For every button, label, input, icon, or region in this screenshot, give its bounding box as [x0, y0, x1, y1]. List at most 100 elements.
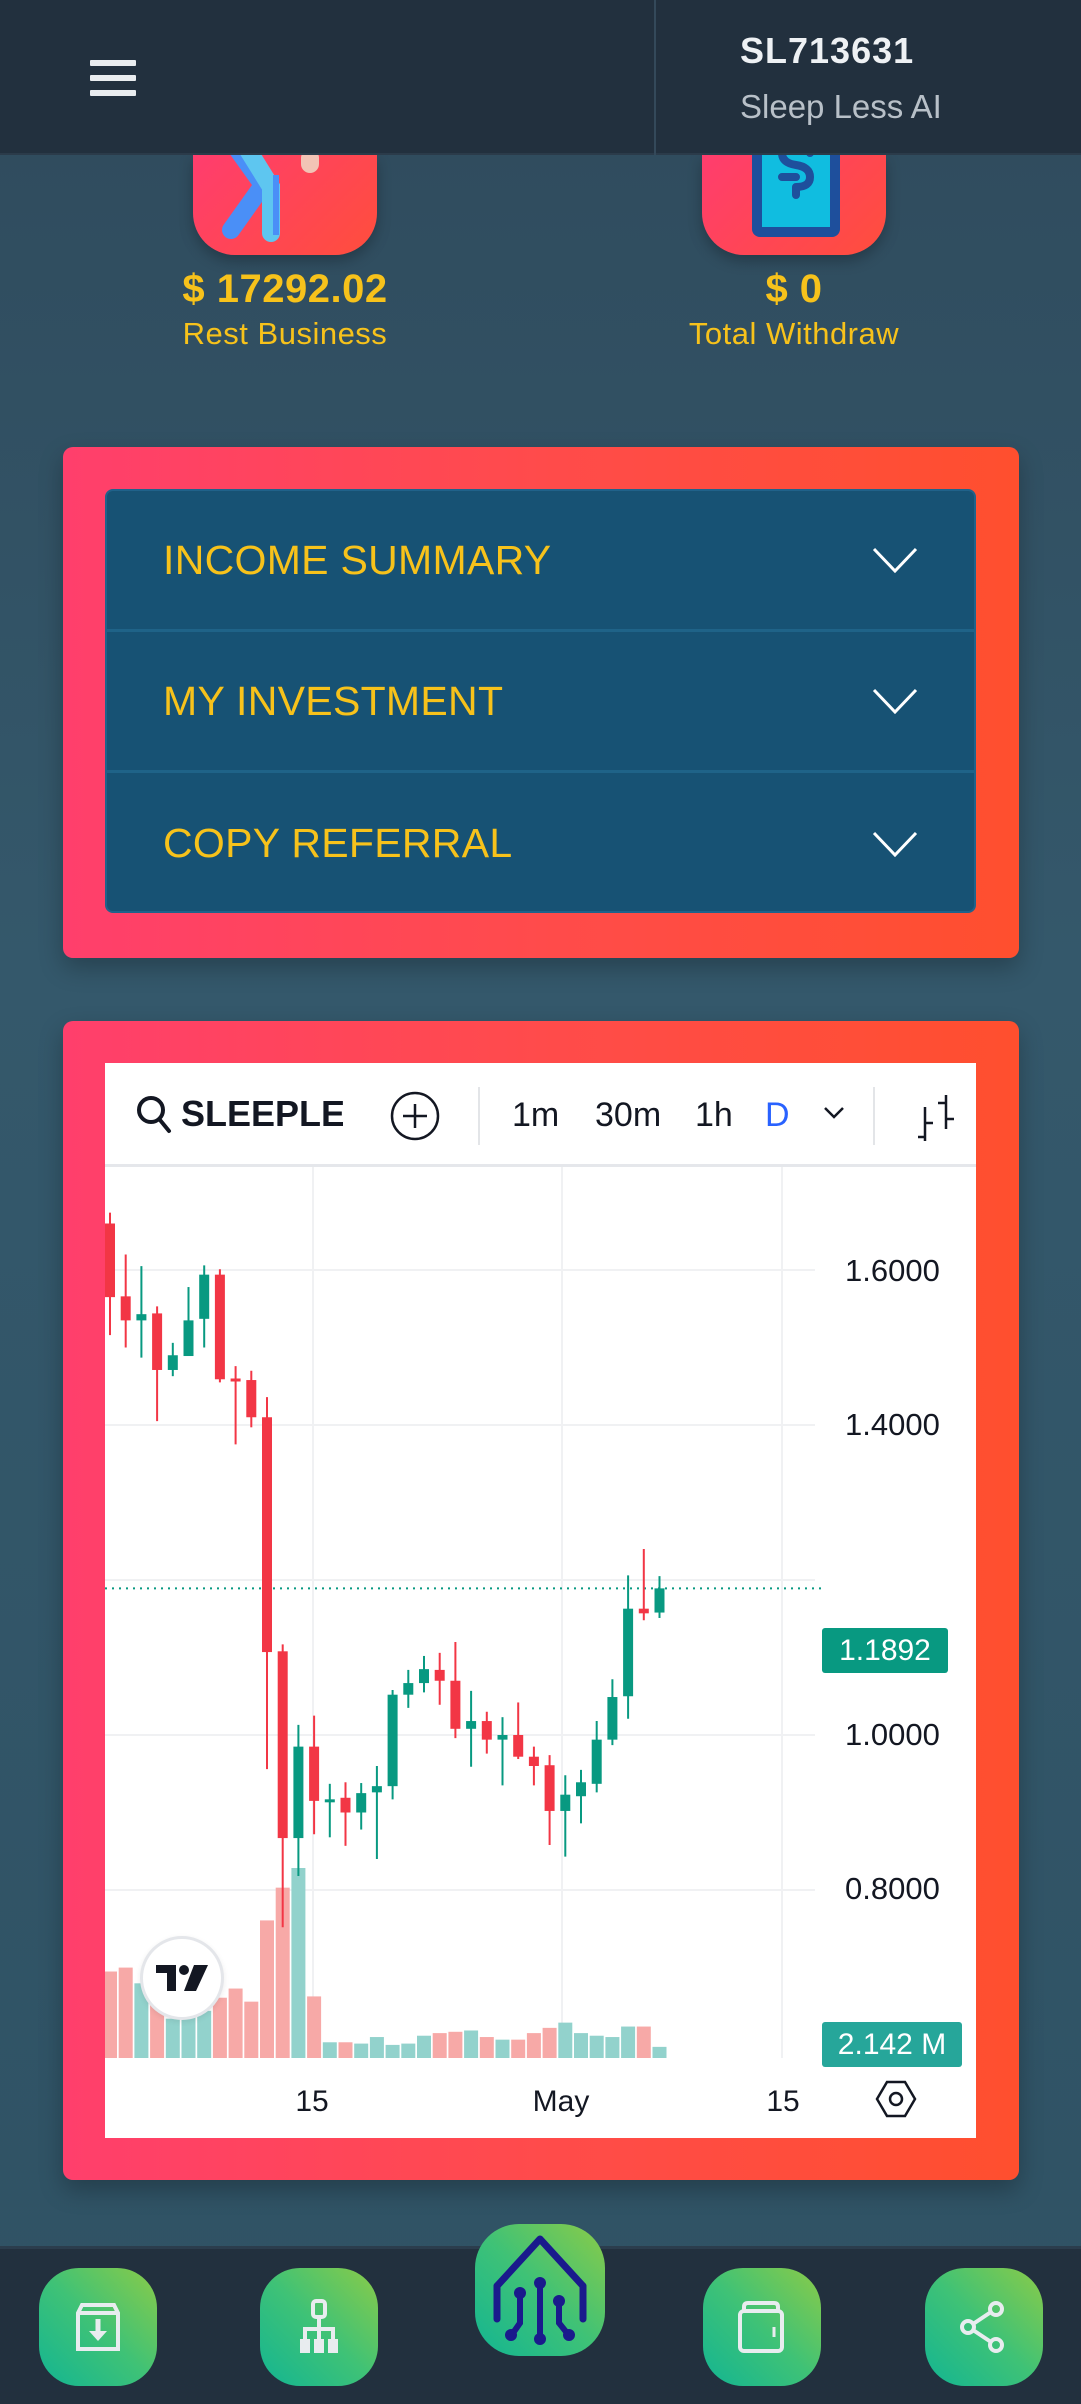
candle-body-up	[591, 1739, 602, 1784]
tradingview-logo-icon	[156, 1965, 208, 1991]
candle-body-down	[638, 1608, 649, 1614]
chevron-down-icon	[872, 831, 918, 857]
symbol-search-button[interactable]: SLEEPLES	[135, 1093, 343, 1135]
candle-body-down	[277, 1651, 288, 1839]
volume-bar	[558, 2022, 573, 2058]
y-axis-label: 1.6000	[845, 1253, 940, 1288]
accordion-card: INCOME SUMMARY MY INVESTMENT COPY REFERR…	[63, 447, 1019, 958]
wallet-icon	[738, 2301, 784, 2353]
accordion-item-my-investment[interactable]: MY INVESTMENT	[107, 632, 974, 773]
home-circuit-icon	[493, 2235, 587, 2345]
candle-body-up	[199, 1274, 210, 1319]
header-divider	[654, 0, 656, 155]
top-bar: SL713631 Sleep Less AI	[0, 0, 1081, 155]
stat-rest-business: $ 17292.02 Rest Business	[85, 155, 485, 352]
volume-bar	[401, 2043, 416, 2058]
candle-body-up	[324, 1799, 335, 1803]
total-withdraw-value: $ 0	[765, 267, 823, 311]
candle-body-up	[607, 1697, 618, 1740]
dollar-phone-icon	[702, 155, 886, 255]
volume-bar	[260, 1920, 274, 2058]
nav-share-button[interactable]	[925, 2268, 1043, 2386]
candle-body-up	[466, 1721, 477, 1729]
candle-body-down	[120, 1296, 131, 1321]
candle-body-down	[434, 1669, 445, 1681]
toolbar-divider	[873, 1087, 875, 1145]
volume-bar	[322, 2042, 337, 2058]
accordion-label: MY INVESTMENT	[163, 677, 504, 724]
interval-d[interactable]: D	[765, 1096, 790, 1135]
volume-bar	[479, 2037, 494, 2058]
person-walking-icon	[193, 155, 377, 255]
chart-card: SLEEPLES 1m 30m 1h D 1.6000	[63, 1021, 1019, 2180]
search-icon	[137, 1096, 171, 1133]
candle-body-down	[105, 1223, 115, 1298]
candle-body-down	[214, 1274, 225, 1380]
user-id: SL713631	[740, 30, 915, 71]
candle-body-down	[528, 1756, 539, 1766]
accordion: INCOME SUMMARY MY INVESTMENT COPY REFERR…	[105, 489, 976, 913]
y-axis-label: 1.4000	[845, 1407, 940, 1442]
candle-body-up	[371, 1786, 382, 1793]
candle-body-down	[481, 1721, 492, 1740]
interval-30m[interactable]: 30m	[595, 1096, 661, 1135]
share-icon	[960, 2301, 1004, 2353]
volume-bar	[244, 2001, 259, 2058]
hamburger-menu-icon-line	[90, 75, 136, 81]
candle-body-up	[623, 1608, 634, 1697]
volume-bar	[338, 2042, 353, 2058]
x-axis-label: May	[532, 2085, 590, 2118]
volume-bar	[197, 2010, 212, 2058]
network-tree-icon	[300, 2299, 338, 2353]
candle-body-down	[340, 1797, 351, 1813]
candle-body-up	[136, 1314, 147, 1321]
volume-bar	[354, 2043, 369, 2058]
chart-type-candles-icon[interactable]	[913, 1093, 959, 1143]
chevron-down-icon	[872, 547, 918, 573]
candle-body-down	[262, 1417, 272, 1653]
volume-bar	[228, 1988, 243, 2058]
accordion-label: COPY REFERRAL	[163, 820, 513, 866]
chart-canvas[interactable]	[105, 1063, 976, 2138]
toolbar-divider	[478, 1087, 480, 1145]
candle-body-up	[419, 1669, 429, 1684]
symbol-name: SLEEPLES	[181, 1093, 343, 1134]
volume-bar	[165, 2018, 180, 2058]
nav-home-button[interactable]	[475, 2224, 605, 2356]
candle-body-up	[183, 1320, 194, 1357]
candle-body-up	[560, 1794, 571, 1811]
accordion-label: INCOME SUMMARY	[163, 536, 552, 583]
candle-body-up	[403, 1683, 414, 1695]
candle-body-down	[152, 1313, 163, 1370]
last-price-label: 1.1892	[822, 1628, 948, 1673]
volume-bar	[605, 2037, 620, 2058]
y-axis-label: 1.0000	[845, 1717, 940, 1752]
volume-bar	[385, 2044, 400, 2058]
candle-body-down	[544, 1765, 555, 1811]
volume-bar	[636, 2026, 651, 2058]
nav-deposit-button[interactable]	[39, 2268, 157, 2386]
interval-dropdown-chevron-icon[interactable]	[823, 1106, 845, 1120]
candle-body-down	[246, 1380, 257, 1418]
volume-bar	[511, 2039, 526, 2058]
volume-bar	[307, 1996, 322, 2058]
tradingview-logo[interactable]	[140, 1936, 224, 2020]
candle-body-up	[497, 1735, 508, 1740]
volume-bar	[448, 2031, 463, 2058]
volume-bar	[291, 1868, 306, 2058]
accordion-item-copy-referral[interactable]: COPY REFERRAL	[107, 773, 974, 911]
candle-body-up	[576, 1782, 586, 1797]
chevron-down-icon	[872, 688, 918, 714]
interval-1m[interactable]: 1m	[512, 1096, 559, 1135]
menu-button[interactable]	[82, 54, 144, 102]
volume-bar	[212, 1997, 227, 2058]
app-name: Sleep Less AI	[740, 88, 942, 125]
candle-body-down	[309, 1746, 320, 1801]
deposit-box-icon	[76, 2303, 120, 2351]
add-compare-button[interactable]	[390, 1091, 440, 1141]
accordion-item-income-summary[interactable]: INCOME SUMMARY	[107, 491, 974, 632]
chart-settings-hexagon-icon[interactable]	[875, 2078, 917, 2120]
nav-wallet-button[interactable]	[703, 2268, 821, 2386]
interval-1h[interactable]: 1h	[695, 1096, 733, 1135]
nav-team-button[interactable]	[260, 2268, 378, 2386]
